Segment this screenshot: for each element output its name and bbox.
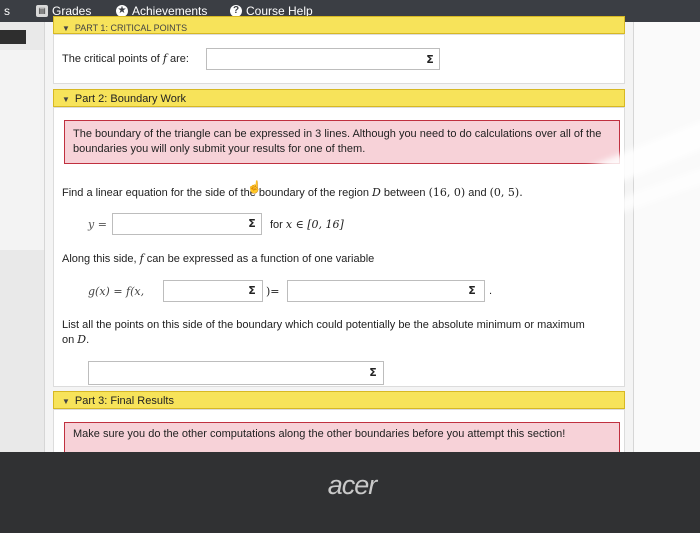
g-period: . bbox=[489, 285, 493, 297]
acer-logo: acer bbox=[327, 470, 378, 500]
critical-label-pre: The critical points of bbox=[62, 53, 163, 65]
q1-point2: (0, 5). bbox=[489, 186, 523, 199]
critical-boundary-points-input[interactable] bbox=[88, 361, 384, 385]
critical-points-input[interactable] bbox=[206, 48, 440, 70]
domain-label: for x ∈ [0, 16] bbox=[270, 218, 344, 231]
q1-region: D bbox=[372, 186, 381, 199]
domain-math: x ∈ [0, 16] bbox=[285, 218, 344, 231]
part2-panel: The boundary of the triangle can be expr… bbox=[53, 107, 625, 387]
mouse-cursor-icon: ☝ bbox=[247, 180, 262, 194]
collapse-triangle-icon: ▼ bbox=[62, 397, 70, 406]
browser-screen: s ▤ Grades ★ Achievements ? Course Help … bbox=[0, 0, 700, 452]
q1-pre: Find a linear equation for the side of t… bbox=[62, 187, 373, 199]
sidebar-panel bbox=[0, 50, 44, 250]
part2-header[interactable]: ▼ Part 2: Boundary Work bbox=[53, 89, 625, 107]
sigma-icon[interactable]: Σ bbox=[422, 52, 438, 68]
part3-header[interactable]: ▼ Part 3: Final Results bbox=[53, 391, 625, 409]
grades-icon: ▤ bbox=[36, 5, 48, 17]
critical-points-label: The critical points of f are: bbox=[62, 52, 189, 65]
q1-point1: (16, 0) bbox=[428, 186, 466, 199]
along-post: can be expressed as a function of one va… bbox=[143, 253, 375, 265]
along-pre: Along this side, bbox=[62, 253, 140, 265]
q1-and: and bbox=[465, 187, 490, 199]
part1-title: Part 1: Critical Points bbox=[74, 23, 188, 33]
domain-pre: for bbox=[270, 219, 286, 231]
sigma-icon[interactable]: Σ bbox=[365, 365, 381, 381]
part3-panel: Make sure you do the other computations … bbox=[53, 409, 625, 452]
g-close-paren: )= bbox=[266, 285, 280, 298]
linear-equation-question: Find a linear equation for the side of t… bbox=[62, 186, 523, 199]
y-equals-label: y = bbox=[88, 218, 107, 231]
y-equation-input[interactable] bbox=[112, 213, 262, 235]
sidebar-tab[interactable] bbox=[0, 30, 26, 44]
part2-title: Part 2: Boundary Work bbox=[74, 93, 186, 105]
collapse-triangle-icon: ▼ bbox=[62, 95, 70, 104]
part3-title: Part 3: Final Results bbox=[74, 395, 174, 407]
g-function-label: g(x) = f(x, bbox=[88, 285, 145, 298]
sigma-icon[interactable]: Σ bbox=[244, 283, 260, 299]
right-margin bbox=[634, 22, 700, 452]
list-region: D bbox=[77, 333, 87, 346]
problem-content: ▼ Part 1: Critical Points The critical po… bbox=[44, 16, 634, 452]
final-results-notice: Make sure you do the other computations … bbox=[64, 422, 620, 452]
q1-mid: between bbox=[380, 187, 429, 199]
sigma-icon[interactable]: Σ bbox=[244, 216, 260, 232]
collapse-triangle-icon: ▼ bbox=[62, 24, 70, 33]
left-sidebar bbox=[0, 22, 44, 452]
list-points-on: on D. bbox=[62, 333, 89, 346]
boundary-notice: The boundary of the triangle can be expr… bbox=[64, 120, 620, 164]
list-on: on bbox=[62, 334, 78, 346]
sigma-icon[interactable]: Σ bbox=[464, 283, 480, 299]
along-side-text: Along this side, f can be expressed as a… bbox=[62, 252, 374, 265]
nav-edge-text: s bbox=[4, 4, 10, 18]
list-points-question: List all the points on this side of the … bbox=[62, 319, 585, 331]
part1-panel: The critical points of f are: Σ bbox=[53, 34, 625, 84]
g-function-input[interactable] bbox=[287, 280, 485, 302]
list-period: . bbox=[86, 334, 90, 346]
critical-label-post: are: bbox=[166, 53, 189, 65]
part1-header[interactable]: ▼ Part 1: Critical Points bbox=[53, 16, 625, 34]
